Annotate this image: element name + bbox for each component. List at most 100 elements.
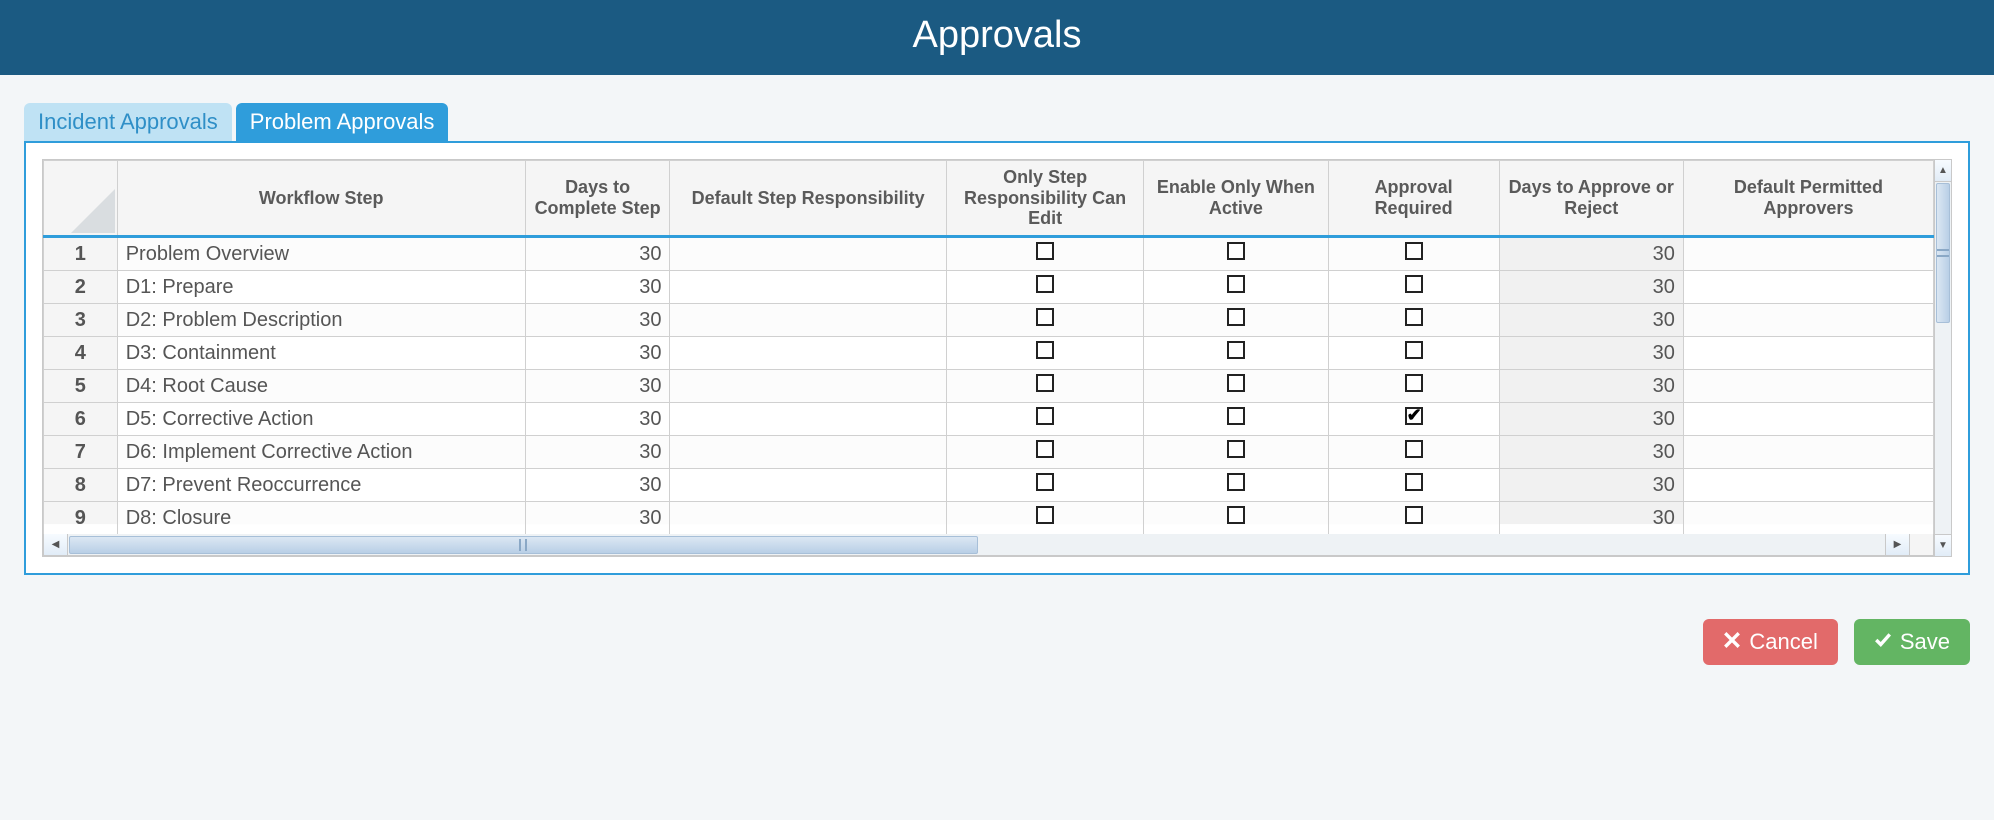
cell-default-approvers[interactable] (1683, 436, 1933, 469)
cell-approval-required[interactable] (1328, 337, 1499, 370)
col-default-resp[interactable]: Default Step Responsibility (670, 161, 946, 237)
table-row[interactable]: 5D4: Root Cause3030 (44, 370, 1934, 403)
cell-workflow-step[interactable]: D5: Corrective Action (117, 403, 525, 436)
table-row[interactable]: 6D5: Corrective Action3030 (44, 403, 1934, 436)
hscroll-thumb[interactable] (69, 536, 978, 554)
cell-days-approve[interactable]: 30 (1499, 370, 1683, 403)
checkbox[interactable] (1036, 440, 1054, 458)
col-enable-active[interactable]: Enable Only When Active (1144, 161, 1328, 237)
row-number[interactable]: 9 (44, 502, 118, 535)
scroll-up-arrow-icon[interactable]: ▲ (1935, 160, 1951, 182)
cell-days-complete[interactable]: 30 (525, 403, 670, 436)
cell-default-resp[interactable] (670, 403, 946, 436)
cell-workflow-step[interactable]: D1: Prepare (117, 271, 525, 304)
cell-days-approve[interactable]: 30 (1499, 436, 1683, 469)
row-number[interactable]: 6 (44, 403, 118, 436)
checkbox[interactable] (1227, 275, 1245, 293)
cell-default-resp[interactable] (670, 502, 946, 535)
cell-enable-active[interactable] (1144, 304, 1328, 337)
cell-only-step[interactable] (946, 237, 1143, 271)
cell-only-step[interactable] (946, 436, 1143, 469)
cell-workflow-step[interactable]: D4: Root Cause (117, 370, 525, 403)
checkbox[interactable] (1036, 242, 1054, 260)
checkbox[interactable] (1036, 473, 1054, 491)
checkbox[interactable] (1036, 506, 1054, 524)
cell-days-complete[interactable]: 30 (525, 502, 670, 535)
cell-workflow-step[interactable]: Problem Overview (117, 237, 525, 271)
cell-days-complete[interactable]: 30 (525, 304, 670, 337)
cell-enable-active[interactable] (1144, 370, 1328, 403)
checkbox[interactable] (1405, 275, 1423, 293)
table-row[interactable]: 2D1: Prepare3030 (44, 271, 1934, 304)
cell-workflow-step[interactable]: D3: Containment (117, 337, 525, 370)
cell-default-resp[interactable] (670, 436, 946, 469)
checkbox[interactable] (1405, 242, 1423, 260)
row-number[interactable]: 7 (44, 436, 118, 469)
cell-default-resp[interactable] (670, 337, 946, 370)
cell-days-approve[interactable]: 30 (1499, 502, 1683, 535)
checkbox[interactable] (1227, 374, 1245, 392)
cell-default-approvers[interactable] (1683, 502, 1933, 535)
cell-default-approvers[interactable] (1683, 237, 1933, 271)
cell-default-approvers[interactable] (1683, 403, 1933, 436)
checkbox[interactable] (1036, 374, 1054, 392)
cell-days-approve[interactable]: 30 (1499, 403, 1683, 436)
checkbox[interactable] (1405, 308, 1423, 326)
tab-incident-approvals[interactable]: Incident Approvals (24, 103, 232, 141)
cell-default-resp[interactable] (670, 271, 946, 304)
cell-enable-active[interactable] (1144, 436, 1328, 469)
cell-days-complete[interactable]: 30 (525, 436, 670, 469)
row-number[interactable]: 5 (44, 370, 118, 403)
cell-only-step[interactable] (946, 271, 1143, 304)
vscroll-thumb[interactable] (1936, 183, 1950, 323)
cell-default-approvers[interactable] (1683, 469, 1933, 502)
checkbox[interactable] (1036, 275, 1054, 293)
checkbox[interactable] (1405, 473, 1423, 491)
table-row[interactable]: 7D6: Implement Corrective Action3030 (44, 436, 1934, 469)
checkbox[interactable] (1036, 308, 1054, 326)
cell-approval-required[interactable] (1328, 502, 1499, 535)
table-row[interactable]: 3D2: Problem Description3030 (44, 304, 1934, 337)
cell-days-complete[interactable]: 30 (525, 271, 670, 304)
cell-days-complete[interactable]: 30 (525, 469, 670, 502)
cell-only-step[interactable] (946, 403, 1143, 436)
save-button[interactable]: Save (1854, 619, 1970, 665)
table-row[interactable]: 1Problem Overview3030 (44, 237, 1934, 271)
cell-default-approvers[interactable] (1683, 370, 1933, 403)
checkbox[interactable] (1227, 341, 1245, 359)
cell-enable-active[interactable] (1144, 237, 1328, 271)
cell-days-approve[interactable]: 30 (1499, 237, 1683, 271)
select-all-corner[interactable] (44, 161, 118, 237)
cell-approval-required[interactable] (1328, 370, 1499, 403)
horizontal-scrollbar[interactable]: ◀ ▶ (43, 534, 1934, 556)
cell-days-approve[interactable]: 30 (1499, 304, 1683, 337)
cell-default-approvers[interactable] (1683, 271, 1933, 304)
row-number[interactable]: 4 (44, 337, 118, 370)
checkbox[interactable] (1405, 341, 1423, 359)
cell-only-step[interactable] (946, 337, 1143, 370)
row-number[interactable]: 3 (44, 304, 118, 337)
checkbox[interactable] (1227, 506, 1245, 524)
cell-approval-required[interactable] (1328, 469, 1499, 502)
checkbox[interactable] (1227, 440, 1245, 458)
cell-approval-required[interactable] (1328, 436, 1499, 469)
checkbox[interactable] (1405, 374, 1423, 392)
scroll-left-arrow-icon[interactable]: ◀ (44, 534, 68, 555)
row-number[interactable]: 8 (44, 469, 118, 502)
col-approval-required[interactable]: Approval Required (1328, 161, 1499, 237)
col-days-complete[interactable]: Days to Complete Step (525, 161, 670, 237)
cell-default-approvers[interactable] (1683, 337, 1933, 370)
table-row[interactable]: 9D8: Closure3030 (44, 502, 1934, 535)
cell-default-resp[interactable] (670, 304, 946, 337)
checkbox[interactable] (1227, 473, 1245, 491)
col-workflow-step[interactable]: Workflow Step (117, 161, 525, 237)
cancel-button[interactable]: Cancel (1703, 619, 1837, 665)
cell-workflow-step[interactable]: D2: Problem Description (117, 304, 525, 337)
cell-workflow-step[interactable]: D6: Implement Corrective Action (117, 436, 525, 469)
col-only-step[interactable]: Only Step Responsibility Can Edit (946, 161, 1143, 237)
col-default-approvers[interactable]: Default Permitted Approvers (1683, 161, 1933, 237)
checkbox[interactable] (1036, 407, 1054, 425)
cell-days-approve[interactable]: 30 (1499, 469, 1683, 502)
cell-enable-active[interactable] (1144, 403, 1328, 436)
cell-approval-required[interactable] (1328, 271, 1499, 304)
